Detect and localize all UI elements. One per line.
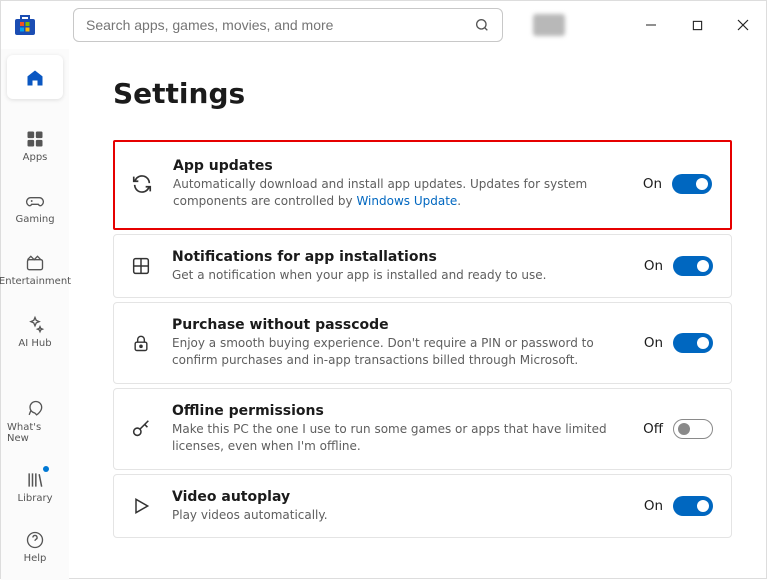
toggle-state-label: On — [644, 498, 663, 514]
sidebar-item-label: Entertainment — [0, 276, 71, 287]
setting-title: Notifications for app installations — [172, 249, 626, 265]
setting-description: Make this PC the one I use to run some g… — [172, 421, 625, 455]
key-icon — [128, 416, 154, 442]
sidebar-item-label: AI Hub — [18, 338, 51, 349]
sidebar-item-label: Gaming — [15, 214, 54, 225]
windows-update-link[interactable]: Windows Update — [356, 194, 457, 208]
toggle-purchase-passcode[interactable] — [673, 333, 713, 353]
sync-icon — [129, 171, 155, 197]
main-content: Settings App updates Automatically downl… — [69, 49, 766, 580]
play-icon — [128, 493, 154, 519]
grid-icon — [128, 253, 154, 279]
sidebar-item-label: What's New — [7, 422, 63, 444]
search-box[interactable] — [73, 8, 503, 42]
home-icon — [25, 68, 45, 88]
gaming-icon — [25, 191, 45, 211]
aihub-icon — [25, 315, 45, 335]
toggle-notifications[interactable] — [673, 256, 713, 276]
sidebar-item-whatsnew[interactable]: What's New — [7, 391, 63, 450]
store-logo-icon — [13, 13, 37, 37]
entertainment-icon — [25, 253, 45, 273]
minimize-button[interactable] — [628, 1, 674, 49]
toggle-app-updates[interactable] — [672, 174, 712, 194]
setting-title: App updates — [173, 158, 625, 174]
toggle-video-autoplay[interactable] — [673, 496, 713, 516]
lock-icon — [128, 330, 154, 356]
setting-notifications: Notifications for app installations Get … — [113, 234, 732, 299]
toggle-state-label: Off — [643, 421, 663, 437]
sidebar-item-gaming[interactable]: Gaming — [7, 183, 63, 231]
setting-title: Offline permissions — [172, 403, 625, 419]
sidebar-item-help[interactable]: Help — [7, 522, 63, 570]
sidebar-item-aihub[interactable]: AI Hub — [7, 307, 63, 355]
setting-description: Enjoy a smooth buying experience. Don't … — [172, 335, 626, 369]
setting-title: Video autoplay — [172, 489, 626, 505]
help-icon — [25, 530, 45, 550]
setting-title: Purchase without passcode — [172, 317, 626, 333]
sidebar-item-label: Apps — [23, 152, 48, 163]
setting-description: Automatically download and install app u… — [173, 176, 625, 210]
avatar[interactable] — [533, 14, 565, 36]
window-controls — [628, 1, 766, 49]
notification-dot-icon — [43, 466, 49, 472]
whatsnew-icon — [25, 399, 45, 419]
setting-description: Play videos automatically. — [172, 507, 626, 524]
setting-description: Get a notification when your app is inst… — [172, 267, 626, 284]
toggle-state-label: On — [644, 258, 663, 274]
apps-icon — [25, 129, 45, 149]
toggle-offline-permissions[interactable] — [673, 419, 713, 439]
page-title: Settings — [113, 77, 732, 110]
setting-purchase-passcode: Purchase without passcode Enjoy a smooth… — [113, 302, 732, 384]
setting-video-autoplay: Video autoplay Play videos automatically… — [113, 474, 732, 539]
sidebar: Apps Gaming Entertainment AI Hub What's … — [1, 49, 69, 580]
search-icon — [474, 17, 490, 33]
sidebar-item-label: Library — [18, 493, 53, 504]
sidebar-item-entertainment[interactable]: Entertainment — [7, 245, 63, 293]
setting-offline-permissions: Offline permissions Make this PC the one… — [113, 388, 732, 470]
toggle-state-label: On — [643, 176, 662, 192]
close-button[interactable] — [720, 1, 766, 49]
maximize-button[interactable] — [674, 1, 720, 49]
sidebar-item-library[interactable]: Library — [7, 462, 63, 510]
toggle-state-label: On — [644, 335, 663, 351]
setting-app-updates: App updates Automatically download and i… — [113, 140, 732, 230]
sidebar-item-apps[interactable]: Apps — [7, 121, 63, 169]
sidebar-item-home[interactable] — [7, 55, 63, 99]
search-input[interactable] — [86, 17, 474, 33]
sidebar-item-label: Help — [24, 553, 47, 564]
title-bar — [1, 1, 766, 49]
library-icon — [25, 470, 45, 490]
